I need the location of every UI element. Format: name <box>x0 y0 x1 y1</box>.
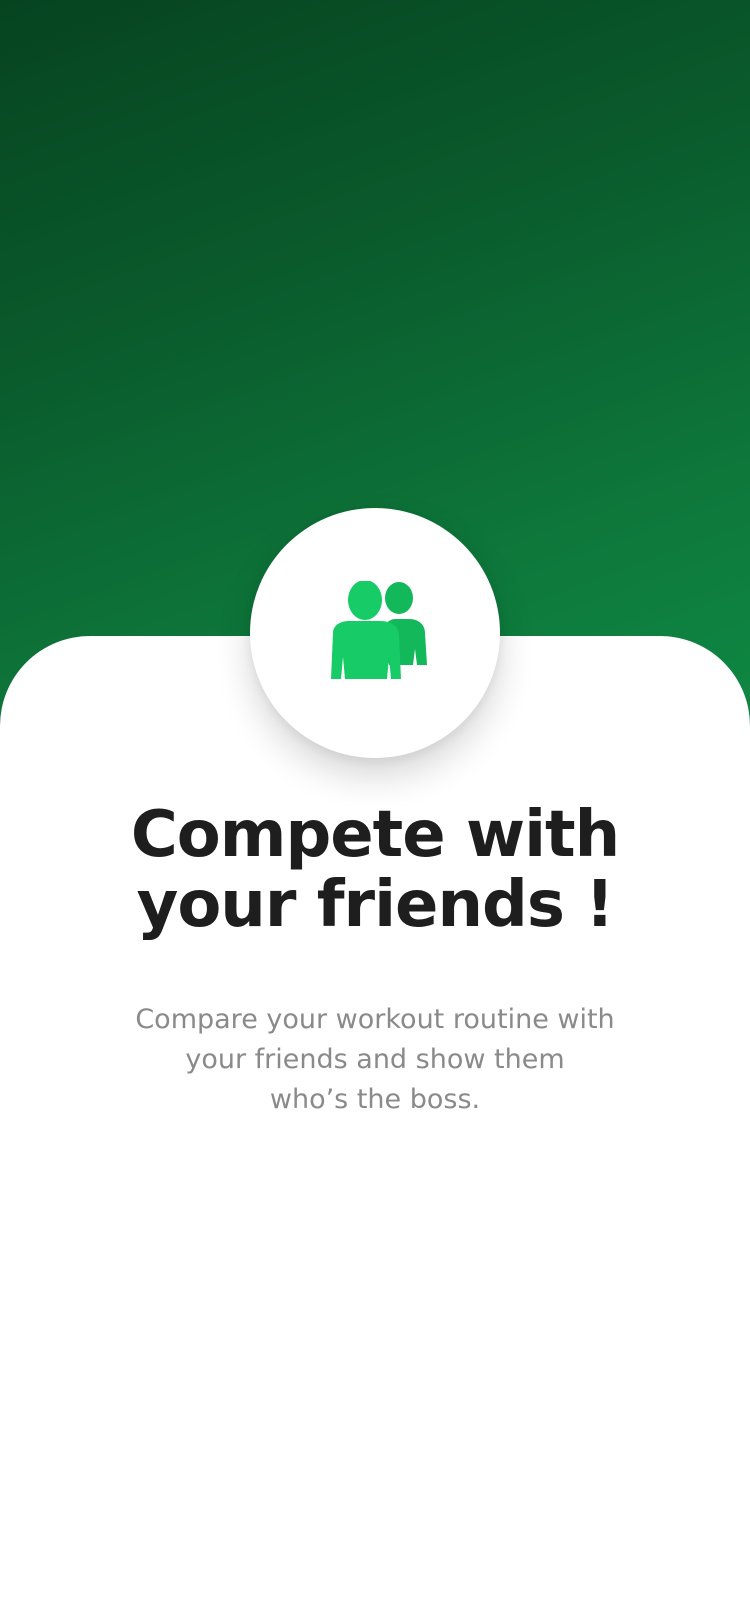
description-line-3: who’s the boss. <box>269 1084 481 1115</box>
front-person-body <box>331 621 401 679</box>
title-line-1: Compete with <box>130 798 620 872</box>
friends-icon <box>331 581 427 679</box>
onboarding-description: Compare your workout routine with your f… <box>120 1000 630 1120</box>
title-line-2: your friends ! <box>136 868 615 942</box>
description-line-2: your friends and show them <box>185 1044 565 1075</box>
back-person-head <box>385 582 413 614</box>
icon-badge <box>250 508 500 758</box>
front-person-head <box>348 581 382 620</box>
description-line-1: Compare your workout routine with <box>135 1004 615 1035</box>
content-card <box>0 636 750 1624</box>
onboarding-title: Compete with your friends ! <box>40 800 710 940</box>
